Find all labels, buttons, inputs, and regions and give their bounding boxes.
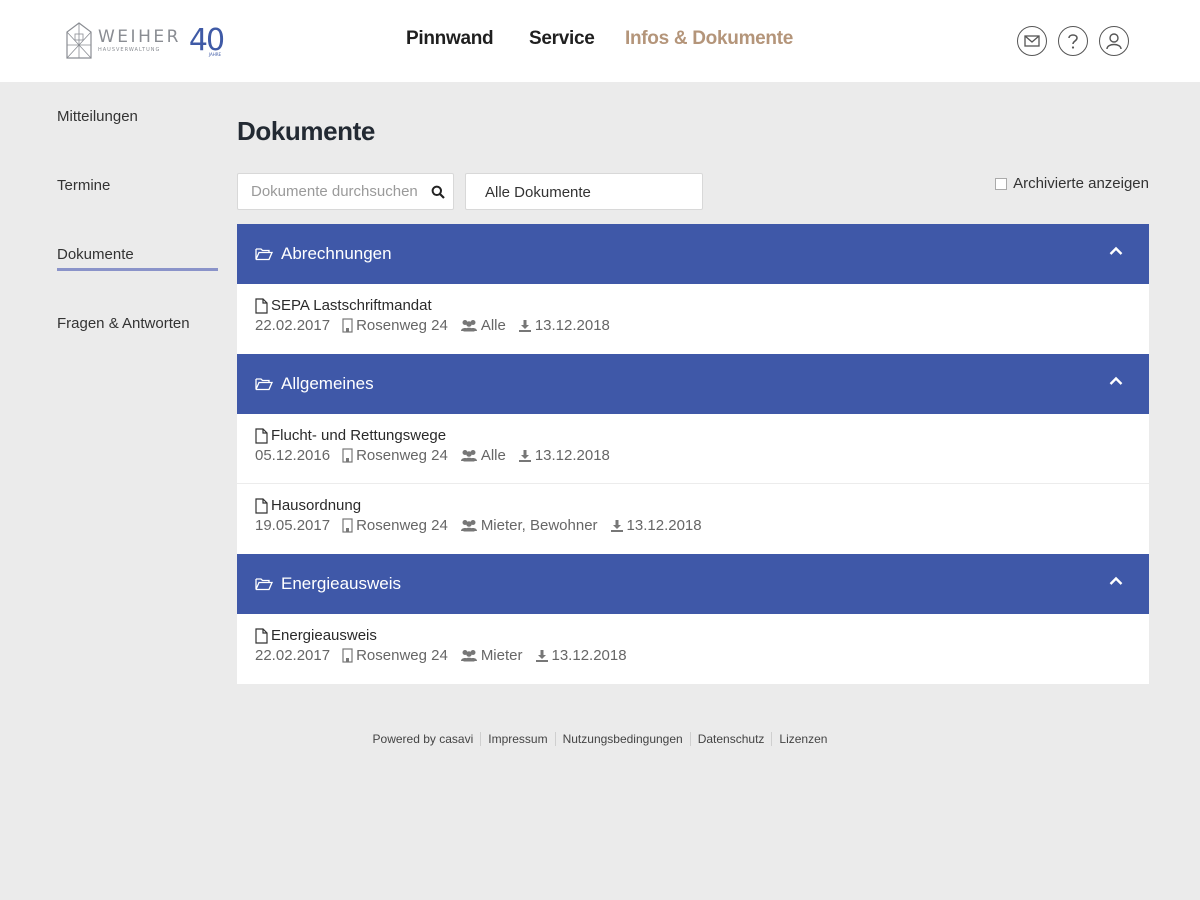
document-property: Rosenweg 24 xyxy=(342,317,448,334)
document-title[interactable]: Flucht- und Rettungswege xyxy=(271,427,446,444)
archive-checkbox[interactable] xyxy=(995,177,1008,190)
footer-nutzungsbedingungen[interactable]: Nutzungsbedingungen xyxy=(554,732,690,746)
document-property: Rosenweg 24 xyxy=(342,517,448,534)
folder-open-icon xyxy=(255,378,273,391)
document-audience: Mieter, Bewohner xyxy=(460,517,598,534)
property-label: Rosenweg 24 xyxy=(356,317,448,334)
sidebar-item-dokumente[interactable]: Dokumente xyxy=(57,246,134,263)
document-row[interactable]: Flucht- und Rettungswege 05.12.2016 Rose… xyxy=(237,414,1149,484)
document-title[interactable]: Hausordnung xyxy=(271,497,361,514)
document-download: 13.12.2018 xyxy=(518,317,610,334)
sidebar-item-termine[interactable]: Termine xyxy=(57,177,110,194)
footer-impressum[interactable]: Impressum xyxy=(480,732,554,746)
document-title[interactable]: SEPA Lastschriftmandat xyxy=(271,297,432,314)
document-property: Rosenweg 24 xyxy=(342,447,448,464)
document-audience: Alle xyxy=(460,317,506,334)
file-icon xyxy=(255,497,268,514)
document-property: Rosenweg 24 xyxy=(342,647,448,664)
nav-service[interactable]: Service xyxy=(529,28,595,50)
category-title: Allgemeines xyxy=(281,374,374,393)
document-row[interactable]: SEPA Lastschriftmandat 22.02.2017 Rosenw… xyxy=(237,284,1149,354)
chevron-up-icon[interactable] xyxy=(1109,376,1123,386)
users-icon xyxy=(460,450,477,462)
audience-label: Mieter xyxy=(480,647,523,664)
sidebar-item-fragen-antworten[interactable]: Fragen & Antworten xyxy=(57,315,190,332)
users-icon xyxy=(460,650,477,662)
document-date: 22.02.2017 xyxy=(255,647,331,664)
folder-open-icon xyxy=(255,248,273,261)
document-filter-select[interactable]: Alle Dokumente xyxy=(465,173,703,210)
envelope-icon[interactable] xyxy=(1017,26,1047,56)
category-title: Energieausweis xyxy=(281,574,402,593)
chevron-up-icon[interactable] xyxy=(1109,246,1123,256)
sidebar-item-mitteilungen[interactable]: Mitteilungen xyxy=(57,108,138,125)
folder-open-icon xyxy=(255,578,273,591)
nav-infos-dokumente[interactable]: Infos & Dokumente xyxy=(625,28,793,50)
question-icon[interactable] xyxy=(1058,26,1088,56)
download-icon xyxy=(535,649,548,662)
document-row[interactable]: Hausordnung 19.05.2017 Rosenweg 24 Miete… xyxy=(237,484,1149,554)
category-header-energieausweis[interactable]: Energieausweis xyxy=(237,554,1149,614)
file-icon xyxy=(255,627,268,644)
users-icon xyxy=(460,520,477,532)
category-header-allgemeines[interactable]: Allgemeines xyxy=(237,354,1149,414)
footer-lizenzen[interactable]: Lizenzen xyxy=(771,732,834,746)
property-label: Rosenweg 24 xyxy=(356,647,448,664)
property-label: Rosenweg 24 xyxy=(356,447,448,464)
search-icon[interactable] xyxy=(431,185,445,199)
property-label: Rosenweg 24 xyxy=(356,517,448,534)
user-icon[interactable] xyxy=(1099,26,1129,56)
archive-toggle: Archivierte anzeigen xyxy=(995,175,1149,192)
download-date: 13.12.2018 xyxy=(534,447,610,464)
audience-label: Alle xyxy=(480,447,506,464)
document-date: 05.12.2016 xyxy=(255,447,331,464)
download-icon xyxy=(518,319,531,332)
download-date: 13.12.2018 xyxy=(626,517,702,534)
document-list: Abrechnungen SEPA Lastschriftmandat 22.0… xyxy=(237,224,1149,684)
download-date: 13.12.2018 xyxy=(551,647,627,664)
document-audience: Alle xyxy=(460,447,506,464)
document-row[interactable]: Energieausweis 22.02.2017 Rosenweg 24 Mi… xyxy=(237,614,1149,684)
document-download: 13.12.2018 xyxy=(610,517,702,534)
audience-label: Mieter, Bewohner xyxy=(480,517,598,534)
document-download: 13.12.2018 xyxy=(518,447,610,464)
file-icon xyxy=(255,297,268,314)
document-title[interactable]: Energieausweis xyxy=(271,627,377,644)
category-header-abrechnungen[interactable]: Abrechnungen xyxy=(237,224,1149,284)
file-icon xyxy=(255,427,268,444)
download-icon xyxy=(518,449,531,462)
page-title: Dokumente xyxy=(237,116,375,146)
footer-datenschutz[interactable]: Datenschutz xyxy=(689,732,772,746)
chevron-up-icon[interactable] xyxy=(1109,576,1123,586)
document-date: 22.02.2017 xyxy=(255,317,331,334)
building-icon xyxy=(342,448,353,463)
footer: Powered by casavi Impressum Nutzungsbedi… xyxy=(0,732,1200,746)
download-date: 13.12.2018 xyxy=(534,317,610,334)
search-input[interactable] xyxy=(238,174,418,209)
document-audience: Mieter xyxy=(460,647,523,664)
building-icon xyxy=(342,518,353,533)
top-header: WEIHER HAUSVERWALTUNG 40 JAHRE Pinnwand … xyxy=(0,0,1200,82)
nav-pinnwand[interactable]: Pinnwand xyxy=(406,28,494,50)
document-date: 19.05.2017 xyxy=(255,517,331,534)
archive-label[interactable]: Archivierte anzeigen xyxy=(1013,175,1149,192)
users-icon xyxy=(460,320,477,332)
footer-powered-by[interactable]: Powered by casavi xyxy=(366,732,481,746)
building-icon xyxy=(342,318,353,333)
search-box xyxy=(237,173,454,210)
document-download: 13.12.2018 xyxy=(535,647,627,664)
download-icon xyxy=(610,519,623,532)
audience-label: Alle xyxy=(480,317,506,334)
building-icon xyxy=(342,648,353,663)
category-title: Abrechnungen xyxy=(281,244,392,263)
sidebar-active-indicator xyxy=(57,268,218,271)
